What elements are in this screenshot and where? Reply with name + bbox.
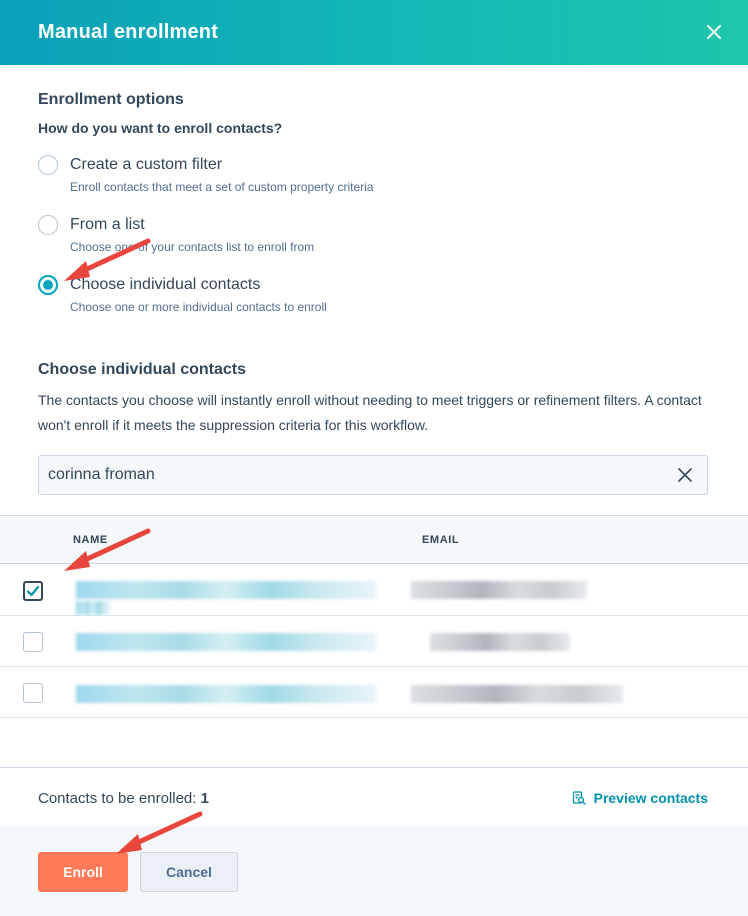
enroll-button[interactable]: Enroll [38, 852, 128, 892]
preview-document-icon [572, 791, 586, 805]
radio-button-selected[interactable] [38, 275, 58, 295]
modal-title: Manual enrollment [38, 21, 219, 43]
contact-name-redacted [76, 633, 376, 651]
contact-email-redacted [430, 633, 570, 651]
table-row[interactable] [0, 667, 748, 718]
close-icon[interactable] [700, 18, 728, 46]
contact-name-redacted [76, 581, 376, 599]
cancel-button[interactable]: Cancel [140, 852, 238, 892]
radio-option-custom-filter[interactable]: Create a custom filter Enroll contacts t… [38, 155, 638, 205]
row-checkbox-checked[interactable] [23, 581, 43, 601]
contact-search-input[interactable] [39, 456, 659, 494]
row-checkbox[interactable] [23, 632, 43, 652]
radio-button[interactable] [38, 215, 58, 235]
radio-option-individual-contacts[interactable]: Choose individual contacts Choose one or… [38, 275, 638, 325]
table-row[interactable] [0, 616, 748, 667]
contact-email-redacted [411, 581, 587, 599]
enrollment-question: How do you want to enroll contacts? [38, 120, 283, 136]
radio-selected-dot [43, 280, 53, 290]
contacts-to-enroll-label: Contacts to be enrolled: [38, 790, 197, 807]
contact-email-redacted [411, 685, 623, 703]
individual-contacts-description: The contacts you choose will instantly e… [38, 392, 702, 433]
radio-button[interactable] [38, 155, 58, 175]
radio-option-from-list[interactable]: From a list Choose one of your contacts … [38, 215, 638, 265]
clear-search-icon[interactable] [677, 467, 693, 483]
table-row[interactable] [0, 565, 748, 616]
row-checkbox[interactable] [23, 683, 43, 703]
radio-option-description: Choose one or more individual contacts t… [70, 300, 327, 314]
contact-search-box [38, 455, 708, 495]
contacts-to-enroll-count: 1 [200, 790, 209, 807]
enrollment-options-heading: Enrollment options [38, 91, 184, 108]
radio-option-label: Create a custom filter [70, 156, 223, 173]
contact-name-redacted-line2 [76, 601, 110, 615]
radio-option-label: From a list [70, 216, 145, 233]
preview-contacts-link[interactable]: Preview contacts [572, 790, 708, 806]
radio-option-label: Choose individual contacts [70, 276, 261, 293]
radio-option-description: Enroll contacts that meet a set of custo… [70, 180, 374, 194]
radio-option-description: Choose one of your contacts list to enro… [70, 240, 315, 254]
column-header-name[interactable]: NAME [73, 534, 108, 546]
contacts-to-enroll-summary: Contacts to be enrolled: 1 [38, 790, 209, 807]
preview-contacts-label: Preview contacts [593, 790, 708, 806]
footer-divider [0, 767, 748, 768]
table-header: NAME EMAIL [0, 516, 748, 564]
modal-action-bar: Enroll Cancel [0, 827, 748, 916]
contact-name-redacted [76, 685, 376, 703]
individual-contacts-heading: Choose individual contacts [38, 361, 247, 378]
modal-header: Manual enrollment [0, 0, 748, 65]
column-header-email[interactable]: EMAIL [422, 534, 459, 546]
